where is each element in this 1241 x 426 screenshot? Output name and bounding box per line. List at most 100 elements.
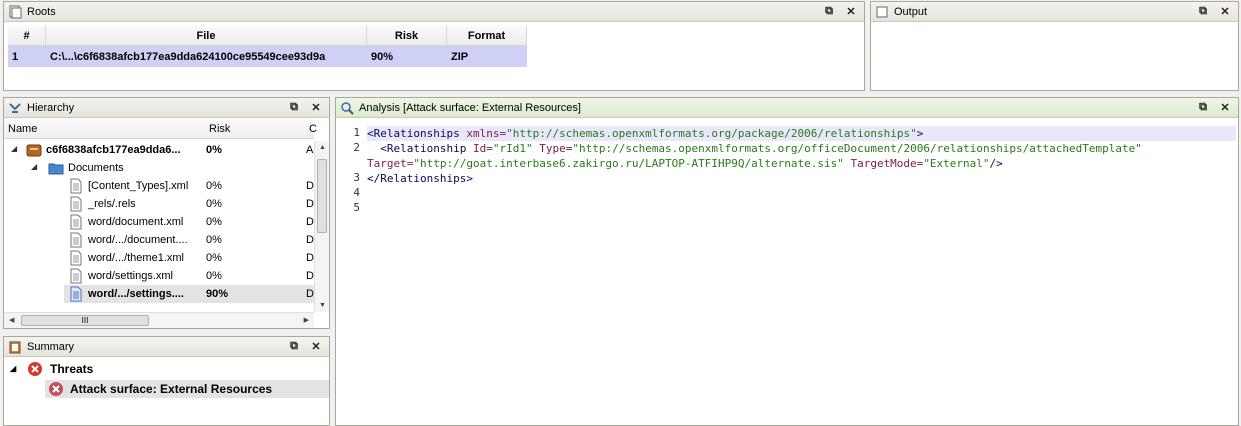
close-icon[interactable]: ✕ <box>844 4 858 18</box>
tree-item-extra: D <box>306 288 314 300</box>
line-number: 2 <box>353 141 360 154</box>
analysis-panel: Analysis [Attack surface: External Resou… <box>335 97 1239 426</box>
tree-item-label: _rels/.rels <box>88 198 136 210</box>
tree-item[interactable]: word/document.xml 0% D <box>4 213 314 231</box>
column-header-risk[interactable]: Risk <box>367 26 447 46</box>
code-attr: Type= <box>532 142 573 155</box>
document-icon <box>68 286 84 305</box>
tree-item[interactable]: word/.../document.... 0% D <box>4 231 314 249</box>
expanded-icon[interactable]: ◢ <box>11 144 21 154</box>
column-header-format[interactable]: Format <box>447 26 527 46</box>
restore-icon[interactable]: ⧉ <box>287 100 301 114</box>
expanded-icon[interactable]: ◢ <box>10 364 16 373</box>
scrollbar-thumb[interactable] <box>317 159 327 233</box>
threat-icon <box>27 361 43 380</box>
column-header-name[interactable]: Name <box>8 123 37 135</box>
code-viewer[interactable]: 1 2 3 4 5 <Relationships xmlns="http://s… <box>336 119 1238 425</box>
column-header-number[interactable]: # <box>8 26 46 46</box>
row-format: ZIP <box>451 50 469 63</box>
tree-item-extra: D <box>306 198 314 210</box>
hierarchy-titlebar: Hierarchy ⧉ ✕ <box>4 98 329 118</box>
close-icon[interactable]: ✕ <box>309 339 323 353</box>
scroll-up-icon[interactable]: ▲ <box>319 144 326 151</box>
scrollbar-thumb[interactable]: III <box>21 315 149 326</box>
tree-item-risk: 0% <box>206 216 222 228</box>
vertical-scrollbar[interactable]: ▲ ▼ <box>314 141 329 312</box>
tree-item[interactable]: word/.../theme1.xml 0% D <box>4 249 314 267</box>
close-icon[interactable]: ✕ <box>1218 4 1232 18</box>
analysis-title: Analysis [Attack surface: External Resou… <box>359 101 581 114</box>
row-risk: 90% <box>371 50 394 63</box>
horizontal-scrollbar[interactable]: ◀ III ▶ <box>4 312 314 328</box>
code-tag: /> <box>989 157 1003 170</box>
expanded-icon[interactable]: ◢ <box>31 162 41 172</box>
tree-item-extra: D <box>306 216 314 228</box>
row-file: C:\...\c6f6838afcb177ea9dda624100ce95549… <box>50 50 326 63</box>
tree-item-risk: 0% <box>206 252 222 264</box>
threat-item[interactable]: Attack surface: External Resources <box>45 380 329 398</box>
tree-item[interactable]: _rels/.rels 0% D <box>4 195 314 213</box>
tree-item-extra: D <box>306 180 314 192</box>
tree-item-label: word/settings.xml <box>88 270 173 282</box>
tree-item-risk: 0% <box>206 144 222 156</box>
threat-icon <box>48 381 64 400</box>
restore-icon[interactable]: ⧉ <box>1196 100 1210 114</box>
code-value: "http://schemas.openxmlformats.org/offic… <box>572 142 1142 155</box>
tree-item-label: word/.../theme1.xml <box>88 252 184 264</box>
tree-item-extra: D <box>306 270 314 282</box>
scroll-down-icon[interactable]: ▼ <box>319 302 326 309</box>
tree-item-label: c6f6838afcb177ea9dda6... <box>46 144 181 156</box>
tree-item-selected[interactable]: word/.../settings.... 90% D <box>4 285 314 303</box>
column-header-risk[interactable]: Risk <box>209 123 230 135</box>
tree-item[interactable]: ◢ Documents <box>4 159 314 177</box>
clipboard-icon <box>8 340 22 354</box>
hierarchy-icon <box>8 101 22 115</box>
tree-item-risk: 0% <box>206 180 222 192</box>
code-tag: </Relationships> <box>367 172 473 185</box>
output-title: Output <box>894 5 928 18</box>
tree-item-risk: 0% <box>206 234 222 246</box>
tree-item-risk: 0% <box>206 270 222 282</box>
code-line: <Relationship Id="rId1" Type="http://sch… <box>367 141 1236 156</box>
close-icon[interactable]: ✕ <box>309 100 323 114</box>
tree-item-label: Documents <box>68 162 124 174</box>
close-icon[interactable]: ✕ <box>1218 100 1232 114</box>
code-tag: <Relationships <box>367 127 467 140</box>
scroll-left-icon[interactable]: ◀ <box>9 316 14 324</box>
tree-item-extra: D <box>306 252 314 264</box>
table-row[interactable]: 1 C:\...\c6f6838afcb177ea9dda624100ce955… <box>8 46 527 67</box>
tree-item-extra: D <box>306 234 314 246</box>
tree-item-label: word/.../document.... <box>88 234 188 246</box>
line-number: 1 <box>353 126 360 139</box>
tree-item[interactable]: word/settings.xml 0% D <box>4 267 314 285</box>
code-tag: <Relationship <box>367 142 473 155</box>
restore-icon[interactable]: ⧉ <box>287 339 301 353</box>
tree-item-extra: A <box>306 144 314 156</box>
roots-title: Roots <box>27 5 56 18</box>
tree-item[interactable]: ◢ c6f6838afcb177ea9dda6... 0% A <box>4 141 314 159</box>
hierarchy-header: Name Risk C <box>4 119 317 139</box>
column-header-file[interactable]: File <box>46 26 367 46</box>
scroll-right-icon[interactable]: ▶ <box>304 316 309 324</box>
code-value: "rId1" <box>492 142 533 155</box>
analysis-titlebar: Analysis [Attack surface: External Resou… <box>336 98 1238 118</box>
threat-item-label: Attack surface: External Resources <box>70 382 273 396</box>
threats-label: Threats <box>50 362 94 376</box>
restore-icon[interactable]: ⧉ <box>1196 4 1210 18</box>
column-header-extra[interactable]: C <box>309 123 317 135</box>
output-titlebar: Output ⧉ ✕ <box>871 2 1238 22</box>
restore-icon[interactable]: ⧉ <box>822 4 836 18</box>
code-value: "http://goat.interbase6.zakirgo.ru/LAPTO… <box>413 157 844 170</box>
code-line: <Relationships xmlns="http://schemas.ope… <box>367 126 1236 141</box>
roots-table: # File Risk Format 1 C:\...\c6f6838afcb1… <box>8 26 527 67</box>
tree-item-risk: 90% <box>206 288 229 300</box>
hierarchy-panel: Hierarchy ⧉ ✕ Name Risk C ◢ c6f6838afcb1… <box>3 97 330 329</box>
summary-titlebar: Summary ⧉ ✕ <box>4 337 329 357</box>
line-number: 4 <box>353 186 360 199</box>
summary-title: Summary <box>27 340 75 353</box>
threats-node[interactable]: ◢ Threats <box>4 361 329 379</box>
roots-panel: Roots ⧉ ✕ # File Risk Format 1 C:\...\c6… <box>3 1 865 91</box>
tree-item[interactable]: [Content_Types].xml 0% D <box>4 177 314 195</box>
code-value: "http://schemas.openxmlformats.org/packa… <box>506 127 917 140</box>
code-line: Target="http://goat.interbase6.zakirgo.r… <box>367 156 1236 171</box>
